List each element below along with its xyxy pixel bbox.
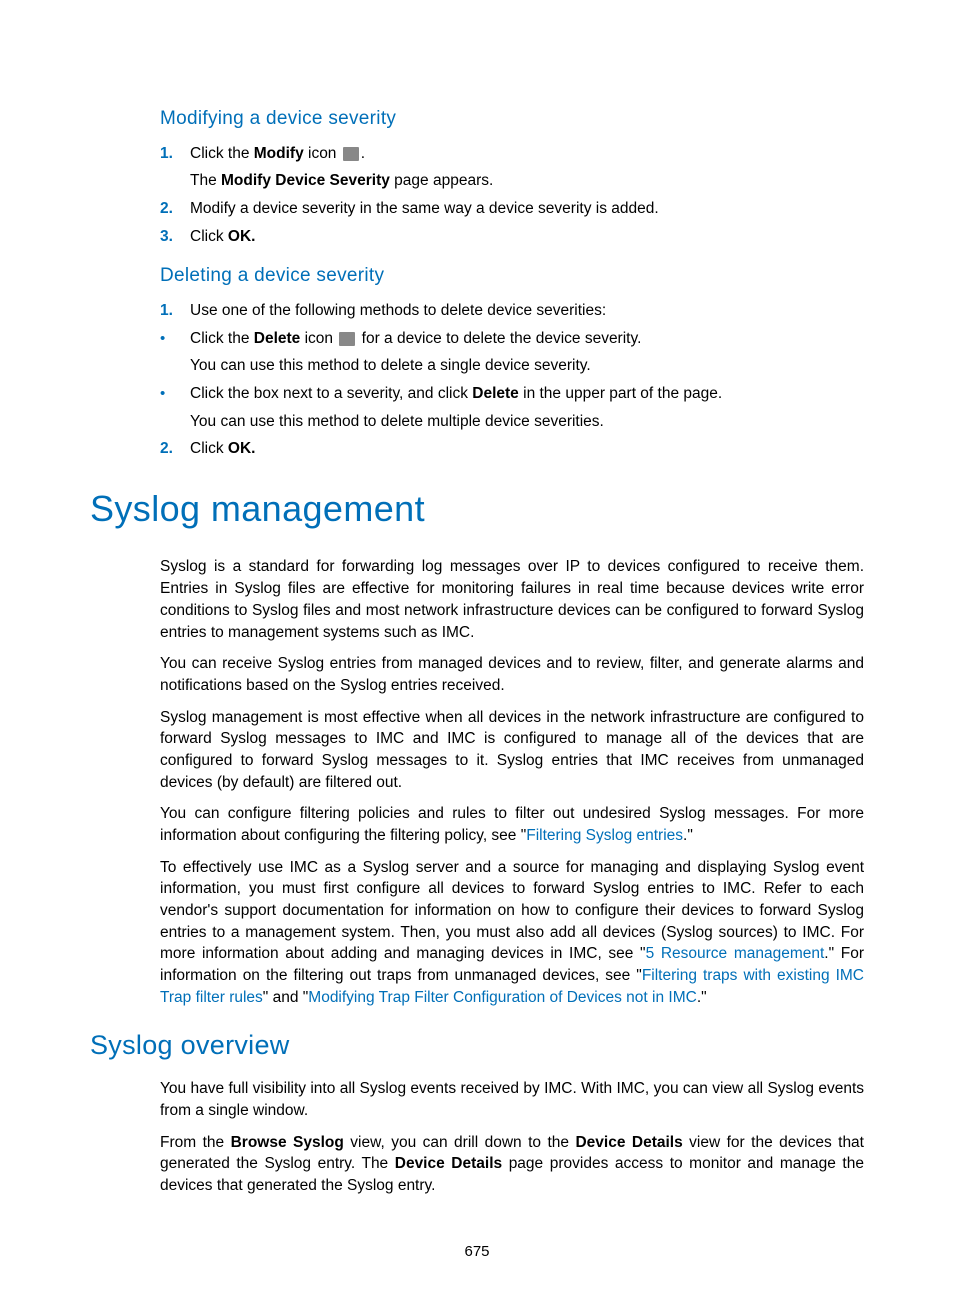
paragraph: To effectively use IMC as a Syslog serve… bbox=[160, 857, 864, 1009]
list-number: 1. bbox=[160, 300, 190, 322]
list-number: 2. bbox=[160, 438, 190, 460]
paragraph: From the Browse Syslog view, you can dri… bbox=[160, 1132, 864, 1197]
step-subtext: The Modify Device Severity page appears. bbox=[190, 170, 864, 192]
bullet-text: Click the Delete icon for a device to de… bbox=[190, 328, 864, 350]
link-filtering-syslog-entries[interactable]: Filtering Syslog entries bbox=[526, 827, 683, 844]
page-number: 675 bbox=[0, 1241, 954, 1262]
modify-icon bbox=[343, 147, 359, 161]
bullet-icon: • bbox=[160, 328, 190, 350]
heading-deleting-severity: Deleting a device severity bbox=[160, 263, 864, 290]
paragraph: Syslog is a standard for forwarding log … bbox=[160, 556, 864, 643]
step-text: Click OK. bbox=[190, 226, 864, 248]
step-text: Modify a device severity in the same way… bbox=[190, 198, 864, 220]
paragraph: You can configure filtering policies and… bbox=[160, 803, 864, 846]
bullet-icon: • bbox=[160, 383, 190, 405]
step-text: Use one of the following methods to dele… bbox=[190, 300, 864, 322]
heading-modifying-severity: Modifying a device severity bbox=[160, 106, 864, 133]
list-number: 1. bbox=[160, 143, 190, 165]
step-text: Click OK. bbox=[190, 438, 864, 460]
bullet-subtext: You can use this method to delete multip… bbox=[190, 411, 864, 433]
paragraph: You can receive Syslog entries from mana… bbox=[160, 653, 864, 696]
heading-syslog-overview: Syslog overview bbox=[90, 1027, 864, 1065]
paragraph: Syslog management is most effective when… bbox=[160, 707, 864, 794]
page-content: Modifying a device severity 1. Click the… bbox=[0, 0, 954, 1267]
paragraph: You have full visibility into all Syslog… bbox=[160, 1078, 864, 1121]
bullet-text: Click the box next to a severity, and cl… bbox=[190, 383, 864, 405]
link-resource-management[interactable]: 5 Resource management bbox=[646, 945, 825, 962]
bullet-subtext: You can use this method to delete a sing… bbox=[190, 355, 864, 377]
heading-syslog-management: Syslog management bbox=[90, 484, 864, 534]
list-number: 2. bbox=[160, 198, 190, 220]
delete-icon bbox=[339, 332, 355, 346]
step-text: Click the Modify icon . bbox=[190, 143, 864, 165]
list-number: 3. bbox=[160, 226, 190, 248]
link-modifying-trap-filter[interactable]: Modifying Trap Filter Configuration of D… bbox=[308, 989, 697, 1006]
